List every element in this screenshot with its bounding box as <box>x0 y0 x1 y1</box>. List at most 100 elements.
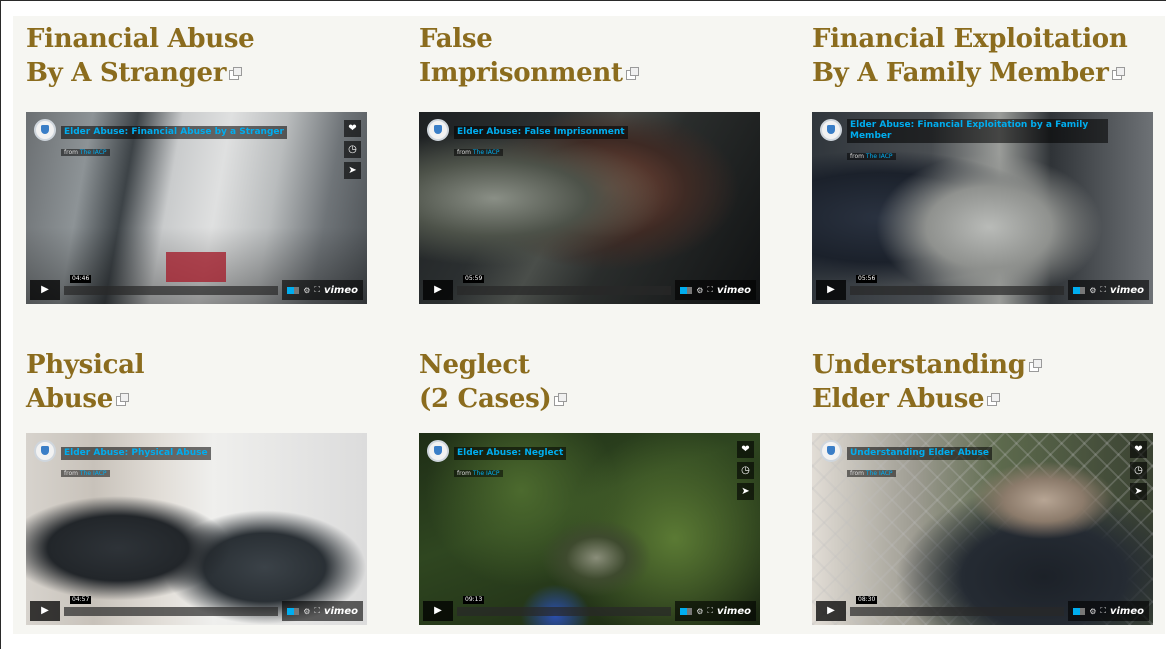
vimeo-logo[interactable]: vimeo <box>717 285 751 296</box>
channel-link[interactable]: The IACP <box>80 470 107 477</box>
heading-line-1: Physical <box>26 350 145 380</box>
video-duration: 04:46 <box>70 274 92 283</box>
play-button[interactable]: ▶ <box>30 601 60 621</box>
settings-icon[interactable]: ⚙ <box>1089 607 1096 616</box>
from-label: from <box>850 470 864 477</box>
heading-line-1: Financial Abuse <box>26 24 255 54</box>
channel-link[interactable]: The IACP <box>866 470 893 477</box>
volume-icon[interactable] <box>287 607 300 615</box>
video-title-link[interactable]: Understanding Elder Abuse <box>847 447 992 460</box>
video-duration: 09:13 <box>463 595 485 604</box>
settings-icon[interactable]: ⚙ <box>696 607 703 616</box>
from-label: from <box>457 149 471 156</box>
video-title-link[interactable]: Elder Abuse: Neglect <box>454 447 567 460</box>
external-link-icon <box>1111 67 1125 80</box>
settings-icon[interactable]: ⚙ <box>303 286 310 295</box>
heading-line-2: By A Family Member <box>812 58 1109 88</box>
fullscreen-icon[interactable]: ⛶ <box>1100 606 1106 616</box>
heading-line-2: Abuse <box>26 384 113 414</box>
video-player[interactable]: Understanding Elder Abuse from The IACP … <box>812 433 1153 625</box>
video-card-physical-abuse: Physical Abuse Elder Abuse: Physical Abu… <box>26 348 368 625</box>
play-button[interactable]: ▶ <box>423 601 453 621</box>
channel-link[interactable]: The IACP <box>473 470 500 477</box>
car-taillight <box>166 252 226 282</box>
play-button[interactable]: ▶ <box>816 280 846 300</box>
video-heading-link[interactable]: False Imprisonment <box>419 22 761 90</box>
fullscreen-icon[interactable]: ⛶ <box>1100 285 1106 295</box>
from-label: from <box>850 153 864 160</box>
external-link-icon <box>625 67 639 80</box>
play-button[interactable]: ▶ <box>816 601 846 621</box>
settings-icon[interactable]: ⚙ <box>303 607 310 616</box>
heart-icon[interactable]: ❤ <box>737 441 754 458</box>
heading-line-2: Imprisonment <box>419 58 623 88</box>
channel-link[interactable]: The IACP <box>473 149 500 156</box>
heading-line-1: False <box>419 24 493 54</box>
video-player[interactable]: Elder Abuse: False Imprisonment from The… <box>419 112 760 304</box>
iacp-logo-icon <box>820 119 842 141</box>
heart-icon[interactable]: ❤ <box>1130 441 1147 458</box>
iacp-logo-icon <box>34 119 56 141</box>
video-heading-link[interactable]: Neglect (2 Cases) <box>419 348 761 416</box>
play-button[interactable]: ▶ <box>423 280 453 300</box>
heart-icon[interactable]: ❤ <box>344 120 361 137</box>
from-label: from <box>457 470 471 477</box>
fullscreen-icon[interactable]: ⛶ <box>707 606 713 616</box>
video-card-financial-exploitation-family: Financial Exploitation By A Family Membe… <box>812 22 1154 304</box>
vimeo-logo[interactable]: vimeo <box>1110 606 1144 617</box>
volume-icon[interactable] <box>680 607 693 615</box>
video-player[interactable]: Elder Abuse: Financial Abuse by a Strang… <box>26 112 367 304</box>
video-duration: 05:56 <box>856 274 878 283</box>
video-player[interactable]: Elder Abuse: Neglect from The IACP ❤ ◷ ➤… <box>419 433 760 625</box>
video-title-link[interactable]: Elder Abuse: Physical Abuse <box>61 447 211 460</box>
video-heading-link[interactable]: Financial Abuse By A Stranger <box>26 22 368 90</box>
video-card-financial-abuse-stranger: Financial Abuse By A Stranger Elder Abus… <box>26 22 368 304</box>
volume-icon[interactable] <box>1073 286 1086 294</box>
channel-link[interactable]: The IACP <box>866 153 893 160</box>
video-heading-link[interactable]: Physical Abuse <box>26 348 368 416</box>
iacp-logo-icon <box>427 440 449 462</box>
fullscreen-icon[interactable]: ⛶ <box>707 285 713 295</box>
vimeo-logo[interactable]: vimeo <box>717 606 751 617</box>
clock-icon[interactable]: ◷ <box>737 462 754 479</box>
settings-icon[interactable]: ⚙ <box>696 286 703 295</box>
heading-line-2: Elder Abuse <box>812 384 985 414</box>
external-link-icon <box>554 393 568 406</box>
video-card-understanding-elder-abuse: Understanding Elder Abuse Understanding … <box>812 348 1154 625</box>
progress-bar[interactable]: 04:46 <box>64 274 279 295</box>
video-player[interactable]: Elder Abuse: Financial Exploitation by a… <box>812 112 1153 304</box>
heading-line-1: Neglect <box>419 350 530 380</box>
video-title-link[interactable]: Elder Abuse: Financial Exploitation by a… <box>847 119 1108 143</box>
video-heading-link[interactable]: Financial Exploitation By A Family Membe… <box>812 22 1154 90</box>
video-card-neglect: Neglect (2 Cases) Elder Abuse: Neglect f… <box>419 348 761 625</box>
settings-icon[interactable]: ⚙ <box>1089 286 1096 295</box>
video-title-link[interactable]: Elder Abuse: False Imprisonment <box>454 126 628 139</box>
play-button[interactable]: ▶ <box>30 280 60 300</box>
video-player[interactable]: Elder Abuse: Physical Abuse from The IAC… <box>26 433 367 625</box>
iacp-logo-icon <box>427 119 449 141</box>
volume-icon[interactable] <box>287 286 300 294</box>
fullscreen-icon[interactable]: ⛶ <box>314 606 320 616</box>
volume-icon[interactable] <box>680 286 693 294</box>
vimeo-logo[interactable]: vimeo <box>324 606 358 617</box>
progress-bar[interactable]: 04:57 <box>64 595 279 616</box>
progress-bar[interactable]: 05:59 <box>457 274 672 295</box>
iacp-logo-icon <box>820 440 842 462</box>
vimeo-logo[interactable]: vimeo <box>1110 285 1144 296</box>
video-duration: 05:59 <box>463 274 485 283</box>
share-icon[interactable]: ➤ <box>1130 483 1147 500</box>
vimeo-logo[interactable]: vimeo <box>324 285 358 296</box>
clock-icon[interactable]: ◷ <box>1130 462 1147 479</box>
share-icon[interactable]: ➤ <box>737 483 754 500</box>
channel-link[interactable]: The IACP <box>80 149 107 156</box>
progress-bar[interactable]: 09:13 <box>457 595 672 616</box>
volume-icon[interactable] <box>1073 607 1086 615</box>
progress-bar[interactable]: 05:56 <box>850 274 1065 295</box>
clock-icon[interactable]: ◷ <box>344 141 361 158</box>
video-title-link[interactable]: Elder Abuse: Financial Abuse by a Strang… <box>61 126 287 139</box>
progress-bar[interactable]: 08:30 <box>850 595 1065 616</box>
fullscreen-icon[interactable]: ⛶ <box>314 285 320 295</box>
video-duration: 08:30 <box>856 595 878 604</box>
share-icon[interactable]: ➤ <box>344 162 361 179</box>
video-heading-link[interactable]: Understanding Elder Abuse <box>812 348 1154 416</box>
